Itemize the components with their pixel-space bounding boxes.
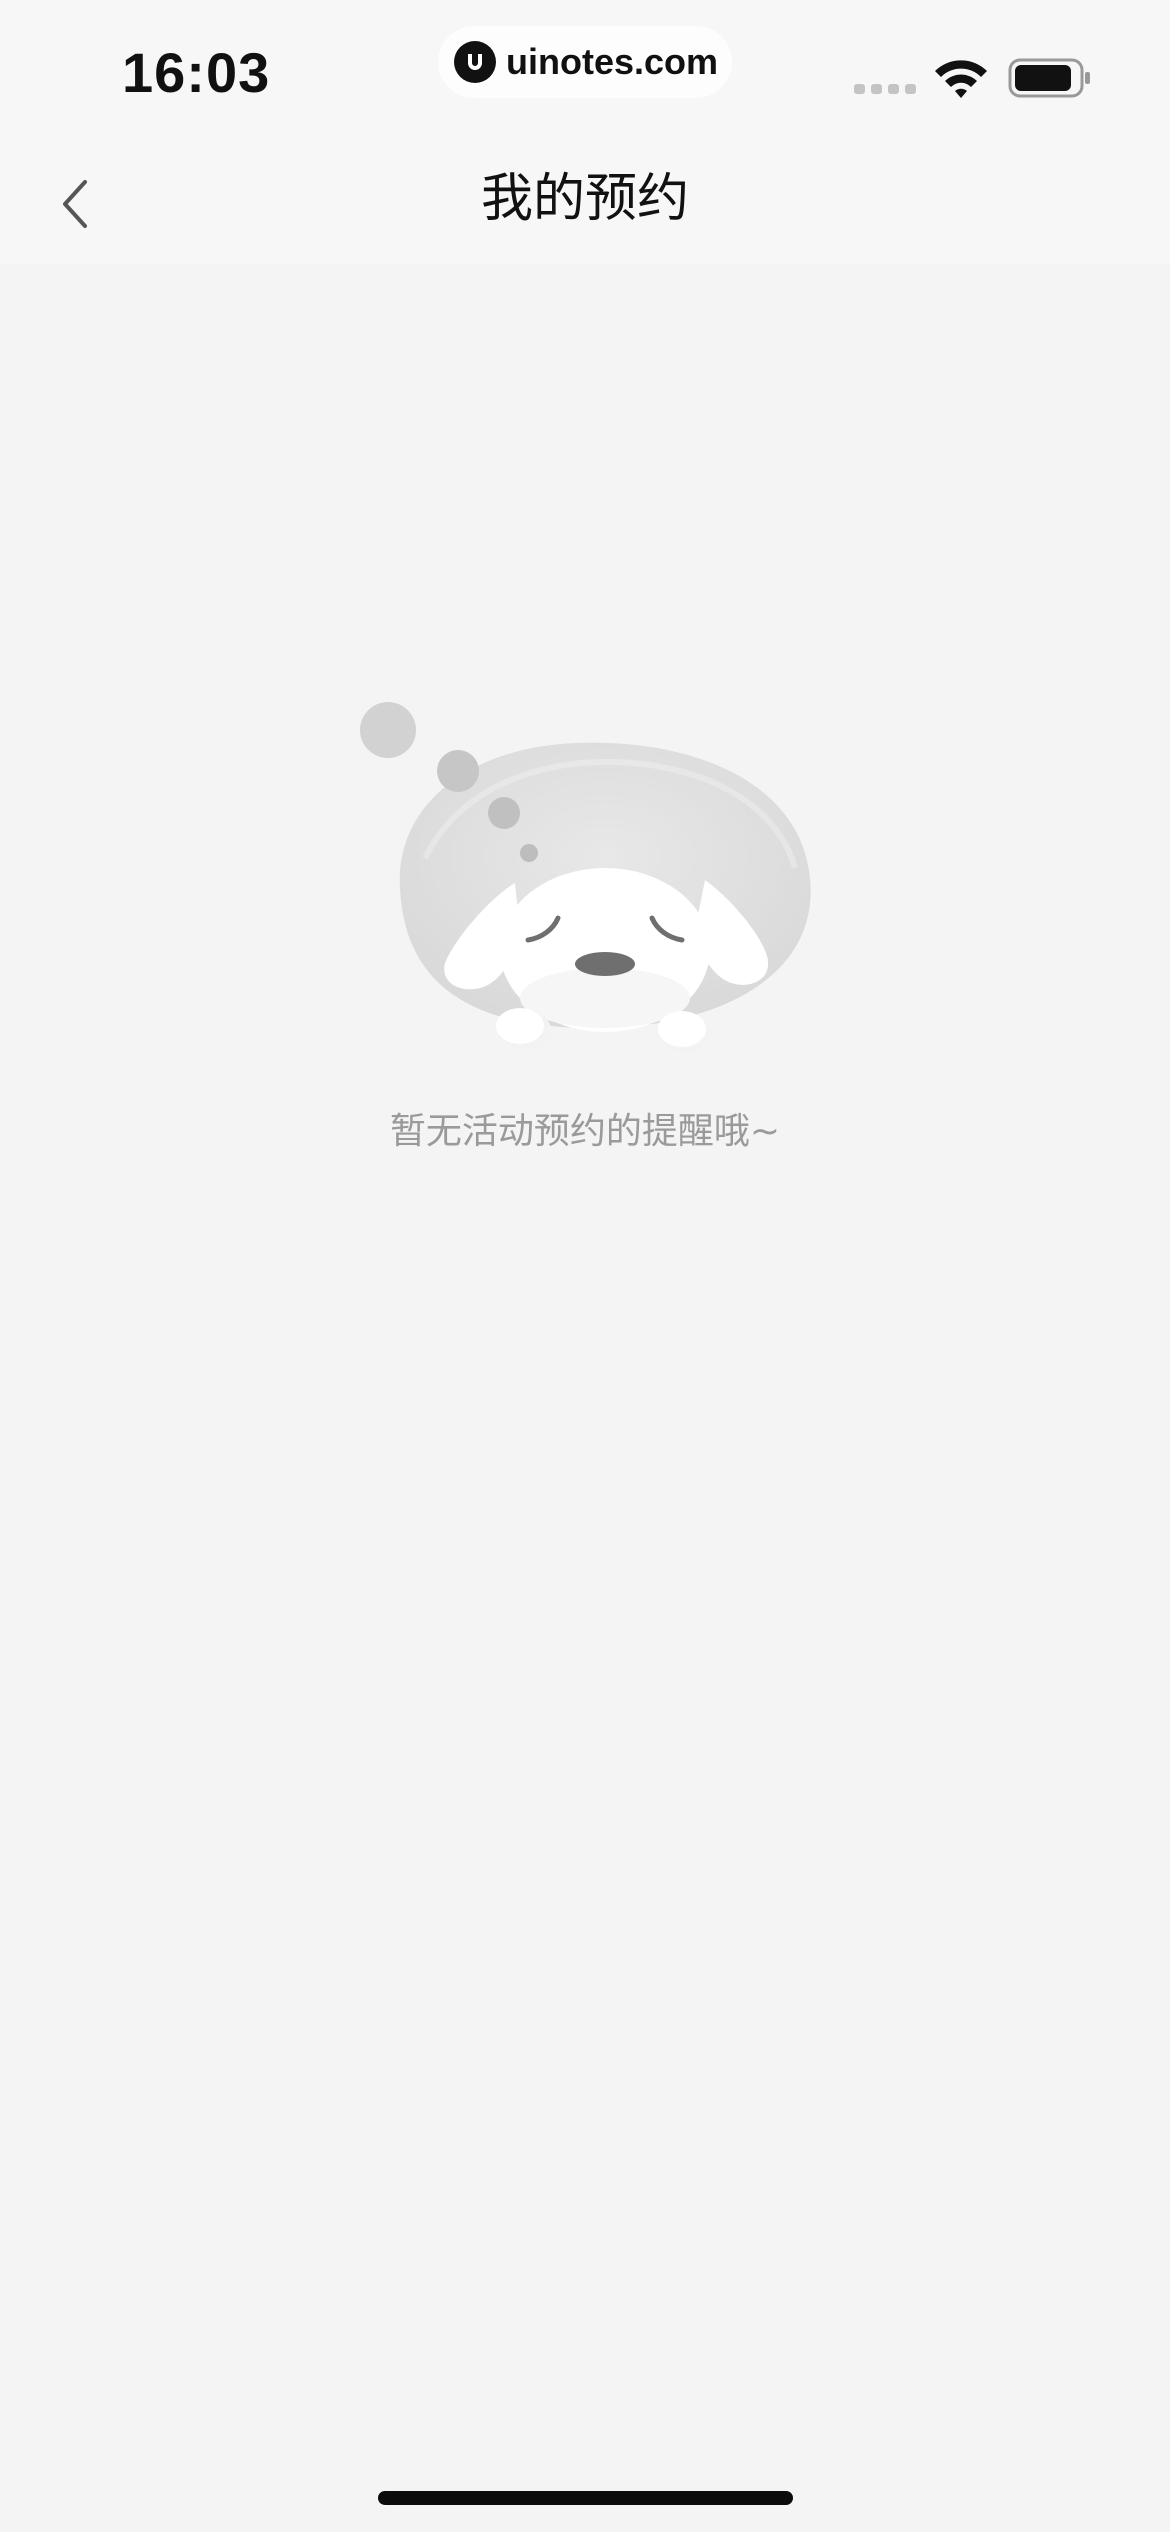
watermark-badge: uinotes.com (438, 26, 732, 98)
watermark-logo-icon (454, 41, 496, 83)
page-title: 我的预约 (480, 169, 689, 229)
navigation-bar: 我的预约 (0, 140, 1170, 264)
chevron-left-icon (63, 180, 87, 228)
back-button[interactable] (40, 164, 110, 244)
status-bar: 16:03 uinotes.com (0, 0, 1170, 140)
battery-icon (1008, 58, 1090, 98)
watermark-text: uinotes.com (506, 41, 719, 82)
home-indicator[interactable] (378, 2491, 793, 2505)
empty-state-message: 暂无活动预约的提醒哦~ (389, 1111, 781, 1152)
cellular-signal-icon (854, 84, 916, 94)
wifi-icon (935, 60, 987, 98)
sleeping-dog-illustration (360, 702, 811, 1053)
status-time: 16:03 (122, 41, 271, 104)
